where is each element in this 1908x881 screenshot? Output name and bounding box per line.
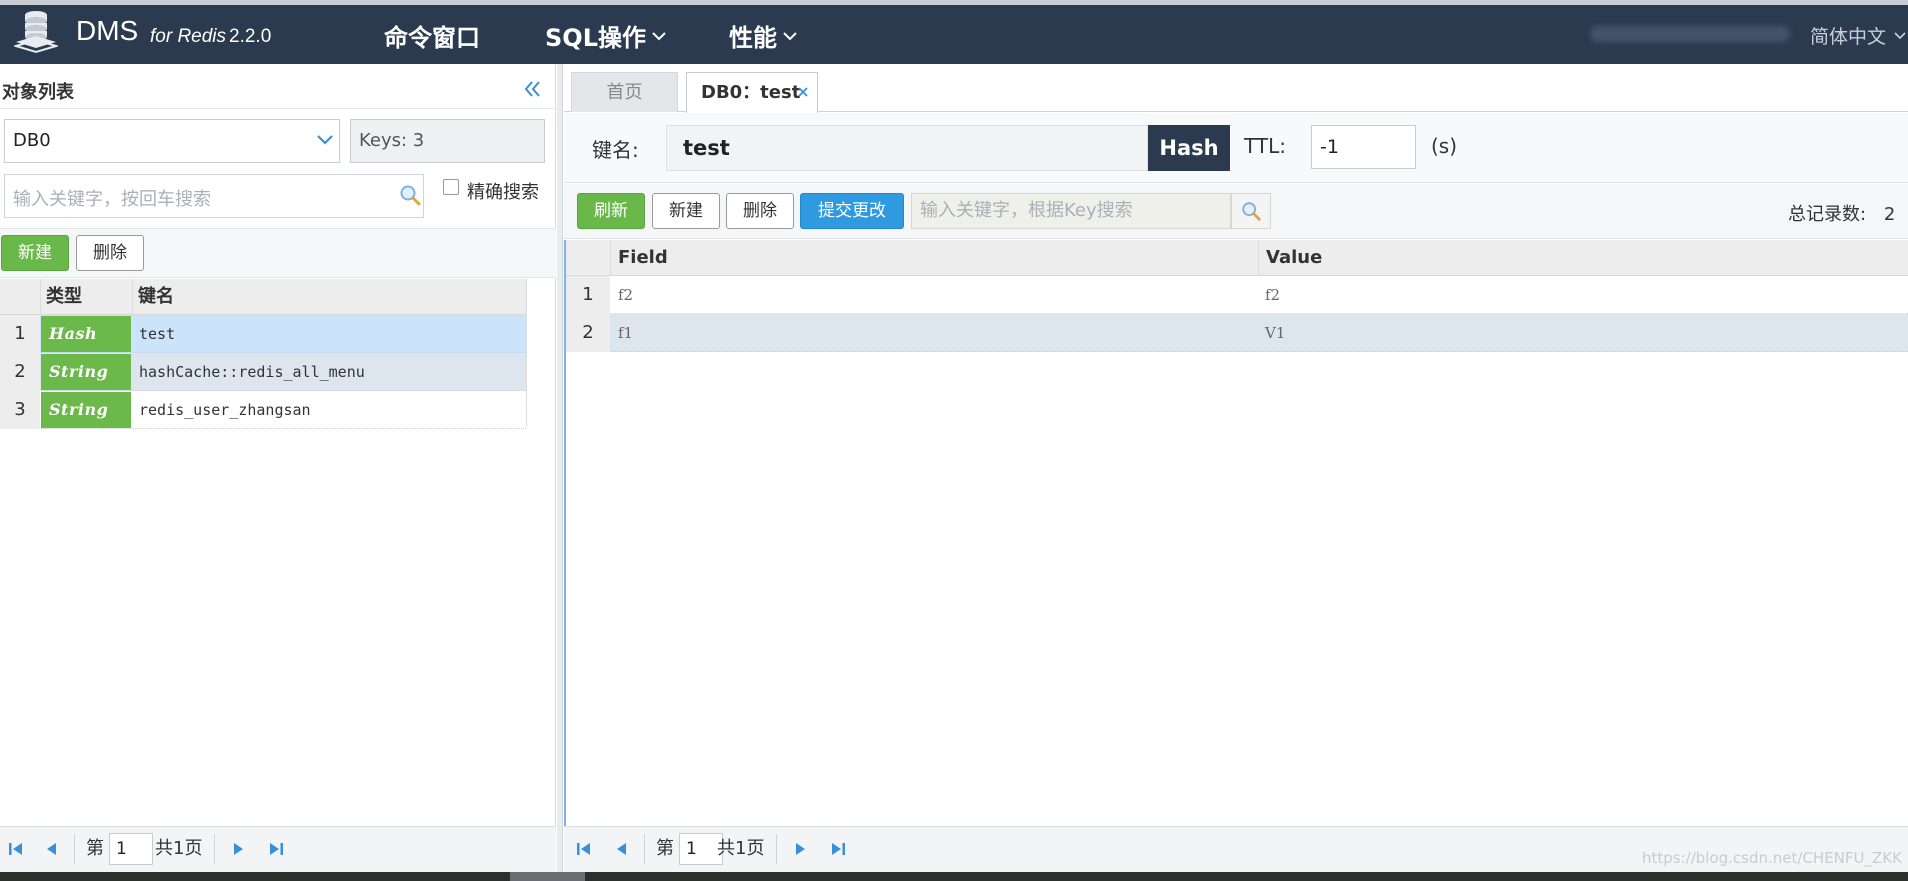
last-page-icon[interactable] <box>266 839 286 859</box>
key-name-field[interactable]: test <box>666 125 1148 171</box>
nav-command-window-label: 命令窗口 <box>384 24 480 52</box>
nav-performance-label: 性能 <box>729 24 777 52</box>
first-page-icon[interactable] <box>6 839 26 859</box>
key-name: test <box>139 325 176 343</box>
total-records-count: 2 <box>1883 204 1896 225</box>
os-taskbar <box>0 872 1908 881</box>
keys-count-field: Keys: 3 <box>350 119 545 163</box>
key-name-label: 键名: <box>592 138 639 162</box>
column-header-type[interactable]: 类型 <box>46 279 82 315</box>
language-label: 简体中文 <box>1810 26 1887 48</box>
app-title: DMS <box>76 15 139 46</box>
last-page-icon[interactable] <box>828 839 848 859</box>
key-name: redis_user_zhangsan <box>139 401 311 419</box>
refresh-button[interactable]: 刷新 <box>577 193 645 229</box>
new-field-button[interactable]: 新建 <box>652 193 720 229</box>
nav-command-window[interactable]: 命令窗口 <box>384 18 480 53</box>
database-logo-icon <box>14 11 58 54</box>
panel-splitter[interactable] <box>557 64 563 872</box>
type-badge: String <box>41 354 131 390</box>
pager-divider <box>776 834 777 864</box>
new-key-button[interactable]: 新建 <box>1 235 69 271</box>
watermark: https://blog.csdn.net/CHENFU_ZKK <box>1642 849 1902 867</box>
chevron-down-icon <box>652 31 666 40</box>
search-icon[interactable] <box>398 183 422 207</box>
app-version: 2.2.0 <box>229 26 272 47</box>
page-prefix: 第 <box>656 838 674 859</box>
next-page-icon[interactable] <box>228 839 248 859</box>
prev-page-icon[interactable] <box>42 839 62 859</box>
nav-performance[interactable]: 性能 <box>729 18 797 53</box>
field-search-input[interactable]: 输入关键字，根据Key搜索 <box>911 193 1231 229</box>
column-header-key[interactable]: 键名 <box>138 279 174 315</box>
table-row[interactable] <box>566 276 1908 314</box>
pager-divider <box>74 834 75 864</box>
page-total: 共1页 <box>155 838 203 859</box>
page-prefix: 第 <box>86 838 104 859</box>
database-select[interactable]: DB0 <box>4 119 340 163</box>
taskbar-item[interactable] <box>510 872 585 881</box>
focus-border <box>564 240 566 826</box>
delete-key-button[interactable]: 删除 <box>76 235 144 271</box>
prev-page-icon[interactable] <box>612 839 632 859</box>
chevron-down-icon <box>317 135 333 145</box>
row-number: 1 <box>566 276 610 314</box>
close-icon[interactable] <box>797 86 809 98</box>
key-name: hashCache::redis_all_menu <box>139 363 365 381</box>
first-page-icon[interactable] <box>574 839 594 859</box>
page-total: 共1页 <box>717 838 765 859</box>
pager-divider <box>644 834 645 864</box>
search-icon <box>1242 202 1261 221</box>
chevron-down-icon <box>1894 31 1906 39</box>
divider <box>0 108 556 109</box>
exact-search-checkbox[interactable] <box>443 179 459 195</box>
page-number-input[interactable]: 1 <box>109 833 153 865</box>
table-row[interactable] <box>566 314 1908 352</box>
chevron-down-icon <box>783 31 797 40</box>
column-divider <box>526 279 527 427</box>
value-cell[interactable]: f2 <box>1265 276 1280 314</box>
total-records-label: 总记录数: <box>1788 204 1867 225</box>
panel-title: 对象列表 <box>2 82 74 103</box>
key-type-badge: Hash <box>1148 125 1230 171</box>
key-search-input[interactable]: 输入关键字，按回车搜索 <box>4 174 424 218</box>
language-selector[interactable]: 简体中文 <box>1810 22 1906 49</box>
submit-changes-button[interactable]: 提交更改 <box>800 193 904 229</box>
nav-sql-ops-label: SQL操作 <box>545 24 646 52</box>
row-number: 3 <box>0 391 40 429</box>
field-cell[interactable]: f2 <box>618 276 633 314</box>
row-number: 2 <box>566 314 610 352</box>
field-cell[interactable]: f1 <box>618 314 633 352</box>
exact-search-label: 精确搜索 <box>467 182 539 203</box>
ttl-unit: (s) <box>1431 134 1458 158</box>
row-number: 1 <box>0 315 40 353</box>
column-header-field[interactable]: Field <box>618 240 668 276</box>
double-chevron-left-icon[interactable] <box>522 79 544 99</box>
type-badge: String <box>41 392 131 428</box>
row-number: 2 <box>0 353 40 391</box>
delete-field-button[interactable]: 删除 <box>726 193 794 229</box>
next-page-icon[interactable] <box>790 839 810 859</box>
field-table-header <box>566 240 1908 276</box>
pager-divider <box>214 834 215 864</box>
total-records: 总记录数: 2 <box>1788 200 1895 226</box>
tab-home[interactable]: 首页 <box>571 72 678 112</box>
value-cell[interactable]: V1 <box>1265 314 1285 352</box>
column-header-value[interactable]: Value <box>1266 240 1322 276</box>
app-subtitle: for Redis <box>150 26 227 47</box>
user-info-blurred[interactable] <box>1590 26 1790 42</box>
type-badge: Hash <box>41 316 131 352</box>
ttl-input[interactable]: -1 <box>1311 125 1416 169</box>
ttl-label: TTL: <box>1244 134 1286 158</box>
nav-sql-ops[interactable]: SQL操作 <box>545 18 666 53</box>
